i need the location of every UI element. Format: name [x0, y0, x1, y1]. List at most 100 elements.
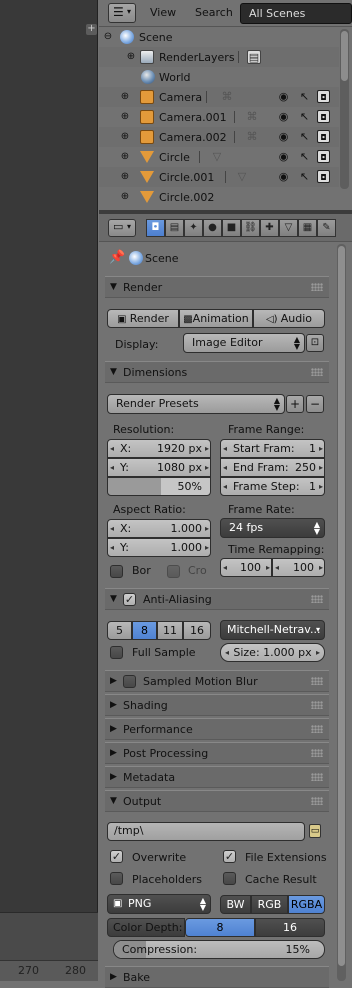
scrollbar-thumb[interactable] [338, 246, 345, 966]
color-rgb-button[interactable]: RGB [251, 895, 288, 914]
decrement-icon[interactable]: ◂ [275, 559, 279, 576]
increment-icon[interactable]: ▸ [319, 559, 323, 576]
view-menu[interactable]: View [150, 6, 176, 19]
tab-object[interactable]: ■ [222, 219, 241, 237]
panel-header-motion-blur[interactable]: ▶ Sampled Motion Blur [105, 670, 329, 692]
drag-grip-icon[interactable] [311, 725, 323, 733]
tab-constraints[interactable]: ⛓ [241, 219, 260, 237]
tree-row-circle-002[interactable]: ⊕ Circle.002 [99, 187, 339, 207]
increment-icon[interactable]: ▸ [205, 440, 209, 457]
frame-start-field[interactable]: ◂ Start Fram: 1 ▸ [220, 439, 325, 458]
collapse-icon[interactable]: ⊖ [103, 32, 113, 42]
lock-icon[interactable]: ⊡ [306, 334, 324, 352]
tab-modifiers[interactable]: ✚ [260, 219, 279, 237]
panel-header-render[interactable]: ▼ Render [105, 276, 329, 298]
increment-icon[interactable]: ▸ [205, 539, 209, 556]
tab-render[interactable]: ◘ [146, 219, 165, 237]
render-camera-icon[interactable]: ◘ [317, 170, 330, 183]
decrement-icon[interactable]: ◂ [223, 478, 227, 495]
timeline-ruler[interactable]: 270 280 [0, 960, 98, 981]
panel-header-output[interactable]: ▼ Output [105, 790, 329, 812]
increment-icon[interactable]: ▸ [205, 459, 209, 476]
panel-header-performance[interactable]: ▶ Performance [105, 718, 329, 740]
drag-grip-icon[interactable] [311, 773, 323, 781]
outliner-scrollbar[interactable] [340, 29, 349, 189]
editor-type-button[interactable]: ▭ ▾ [108, 219, 136, 237]
remap-old-field[interactable]: ◂ 100 ▸ [220, 558, 272, 577]
expand-icon[interactable]: ⊕ [120, 172, 130, 182]
properties-scrollbar[interactable] [337, 244, 346, 981]
expand-icon[interactable]: ⊕ [120, 112, 130, 122]
drag-grip-icon[interactable] [311, 797, 323, 805]
expand-icon[interactable]: ⊕ [126, 52, 136, 62]
audio-button[interactable]: ◁) Audio [253, 309, 325, 328]
panel-header-metadata[interactable]: ▶ Metadata [105, 766, 329, 788]
tab-scene[interactable]: ✦ [184, 219, 203, 237]
viewport-area[interactable]: + 270 280 [0, 0, 98, 981]
increment-icon[interactable]: ▸ [319, 478, 323, 495]
color-rgba-button[interactable]: RGBA [288, 895, 325, 914]
folder-icon[interactable]: ▭ [309, 824, 321, 838]
tab-render-layers[interactable]: ▤ [165, 219, 184, 237]
remap-new-field[interactable]: ◂ 100 ▸ [272, 558, 325, 577]
increment-icon[interactable]: ▸ [266, 559, 270, 576]
eye-icon[interactable]: ◉ [277, 170, 290, 183]
decrement-icon[interactable]: ◂ [223, 459, 227, 476]
render-camera-icon[interactable]: ◘ [317, 130, 330, 143]
drag-grip-icon[interactable] [311, 283, 323, 291]
display-mode-select[interactable]: All Scenes [240, 3, 352, 24]
tree-row-scene[interactable]: ⊖ Scene [99, 27, 339, 47]
editor-type-button[interactable]: ☰ ▾ [108, 3, 136, 23]
decrement-icon[interactable]: ◂ [223, 559, 227, 576]
resolution-percentage-slider[interactable]: 50% [107, 477, 211, 496]
file-format-select[interactable]: ▣ PNG ▲ ▼ [107, 894, 211, 914]
decrement-icon[interactable]: ◂ [110, 459, 114, 476]
expand-icon[interactable]: ⊕ [120, 92, 130, 102]
resolution-y-field[interactable]: ◂ Y: 1080 px ▸ [107, 458, 211, 477]
viewport-expand-icon[interactable]: + [86, 24, 97, 35]
tree-row-circle[interactable]: ⊕ Circle ▽ ◉ ↖ ◘ [99, 147, 339, 167]
aa-filter-select[interactable]: Mitchell-Netrav... ▾ [220, 620, 325, 640]
expand-icon[interactable]: ⊕ [120, 192, 130, 202]
expand-icon[interactable]: ⊕ [120, 132, 130, 142]
render-camera-icon[interactable]: ◘ [317, 110, 330, 123]
frame-rate-select[interactable]: 24 fps ▲ ▼ [220, 518, 325, 538]
pin-icon[interactable]: 📌 [109, 250, 125, 265]
cache-result-checkbox[interactable] [223, 872, 236, 885]
remove-preset-icon[interactable]: − [306, 395, 324, 413]
render-button[interactable]: ▣ Render [107, 309, 179, 328]
panel-header-shading[interactable]: ▶ Shading [105, 694, 329, 716]
panel-header-anti-aliasing[interactable]: ▼ ✓ Anti-Aliasing [105, 588, 329, 610]
border-checkbox[interactable] [110, 565, 123, 578]
tab-material[interactable]: ▦ [298, 219, 317, 237]
tree-row-world[interactable]: World [99, 67, 339, 87]
tree-row-camera[interactable]: ⊕ Camera ⌘ ◉ ↖ ◘ [99, 87, 339, 107]
anti-aliasing-checkbox[interactable]: ✓ [123, 593, 136, 606]
tab-world[interactable]: ● [203, 219, 222, 237]
color-depth-16[interactable]: 16 [255, 918, 325, 937]
scrollbar-thumb[interactable] [341, 31, 348, 81]
increment-icon[interactable]: ▸ [319, 459, 323, 476]
cursor-icon[interactable]: ↖ [298, 150, 311, 163]
aa-samples-16[interactable]: 16 [183, 621, 211, 640]
panel-header-bake[interactable]: ▶ Bake [105, 966, 329, 988]
decrement-icon[interactable]: ◂ [225, 644, 229, 661]
color-bw-button[interactable]: BW [220, 895, 251, 914]
aa-size-field[interactable]: ◂ Size: 1.000 px ▸ [220, 643, 325, 662]
tree-row-renderlayers[interactable]: ⊕ RenderLayers ▤ [99, 47, 339, 67]
increment-icon[interactable]: ▸ [205, 520, 209, 537]
eye-icon[interactable]: ◉ [277, 90, 290, 103]
search-menu[interactable]: Search [195, 6, 233, 19]
tree-row-circle-001[interactable]: ⊕ Circle.001 ▽ ◉ ↖ ◘ [99, 167, 339, 187]
render-presets-select[interactable]: Render Presets ▲ ▼ [107, 394, 285, 414]
tab-texture[interactable]: ✎ [317, 219, 336, 237]
full-sample-checkbox[interactable] [110, 646, 123, 659]
placeholders-checkbox[interactable] [110, 872, 123, 885]
eye-icon[interactable]: ◉ [277, 110, 290, 123]
panel-header-dimensions[interactable]: ▼ Dimensions [105, 361, 329, 383]
drag-grip-icon[interactable] [311, 368, 323, 376]
drag-grip-icon[interactable] [311, 749, 323, 757]
cursor-icon[interactable]: ↖ [298, 170, 311, 183]
frame-end-field[interactable]: ◂ End Fram: 250 ▸ [220, 458, 325, 477]
aa-samples-11[interactable]: 11 [157, 621, 183, 640]
